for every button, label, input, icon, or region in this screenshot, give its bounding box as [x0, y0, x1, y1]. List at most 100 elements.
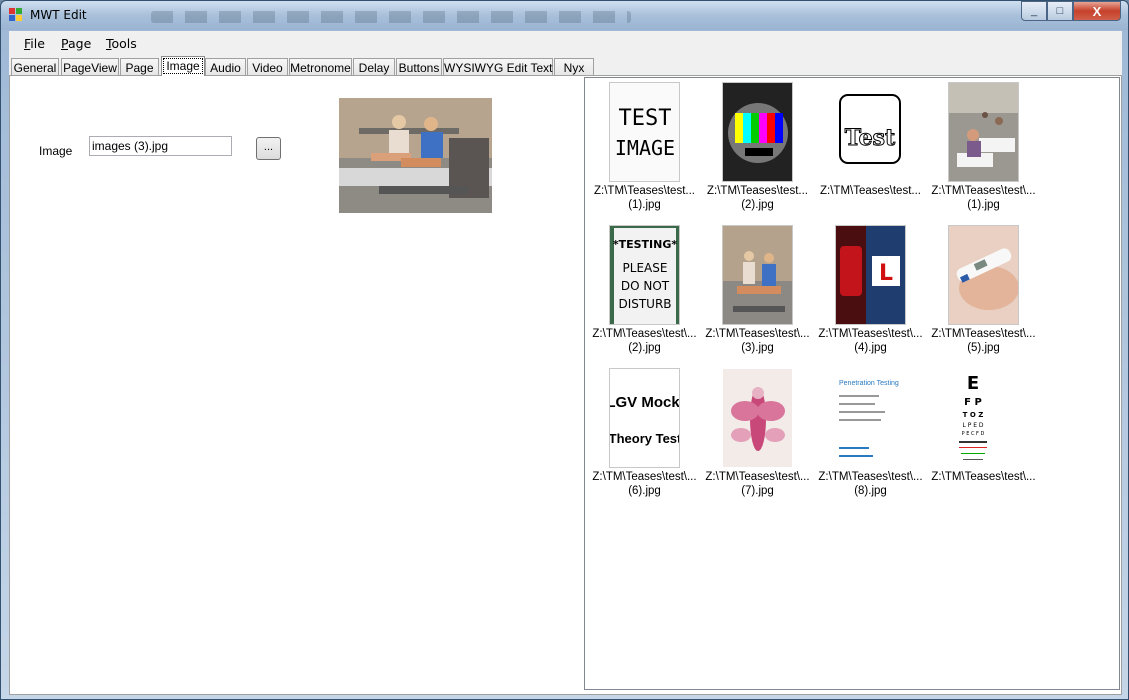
- eye-chart-icon: E F P T O Z L P E D P E C F D: [948, 368, 1019, 468]
- tab-general-label: General: [13, 61, 57, 75]
- tab-video-label: Video: [252, 61, 283, 75]
- tab-metronome[interactable]: Metronome: [289, 58, 352, 76]
- image-preview: [339, 98, 492, 213]
- thumbnail-list[interactable]: TEST IMAGE Z:\TM\Teases\test... (1).jpg: [584, 77, 1120, 690]
- browse-button[interactable]: ...: [256, 137, 281, 160]
- menu-tools[interactable]: Tools: [106, 36, 137, 51]
- app-window: MWT Edit _ □ X File Page Tools General P…: [0, 0, 1129, 700]
- tab-delay[interactable]: Delay: [353, 58, 395, 76]
- tab-page-label: Page: [125, 61, 154, 75]
- thumbnail-item[interactable]: Z:\TM\Teases\test... (2).jpg: [701, 80, 814, 220]
- thumbnail-file: (6).jpg: [628, 485, 661, 497]
- image-tab-page: Image ...: [9, 75, 1122, 695]
- tab-general[interactable]: General: [11, 58, 59, 76]
- thumbnail-item[interactable]: LGV Mock Theory Test Z:\TM\Teases\test\.…: [588, 366, 701, 506]
- menu-page[interactable]: Page: [61, 36, 91, 51]
- lgv-mock-theory-test-icon: LGV Mock Theory Test: [609, 368, 680, 468]
- inkblot-icon: [722, 368, 793, 468]
- thumbnail-item[interactable]: Z:\TM\Teases\test\... (1).jpg: [927, 80, 1040, 220]
- tab-page[interactable]: Page: [120, 58, 159, 76]
- thumbnail-file: (2).jpg: [741, 199, 774, 211]
- l-plate-car-photo-icon: L: [835, 225, 906, 325]
- tab-audio[interactable]: Audio: [205, 58, 246, 76]
- thumbnail-file: (3).jpg: [741, 342, 774, 354]
- thumbnail-file: (8).jpg: [854, 485, 887, 497]
- thumb-text-line: Test: [845, 125, 896, 151]
- thumbnail-path: Z:\TM\Teases\test\...: [931, 471, 1036, 483]
- window-title: MWT Edit: [30, 8, 87, 22]
- tab-audio-label: Audio: [210, 61, 241, 75]
- thumbnail-path: Z:\TM\Teases\test\...: [931, 328, 1036, 340]
- maximize-button[interactable]: □: [1047, 1, 1073, 21]
- thumbnail-item[interactable]: Z:\TM\Teases\test\... (5).jpg: [927, 223, 1040, 363]
- penetration-testing-slide-icon: Penetration Testing: [835, 368, 906, 468]
- tab-buttons[interactable]: Buttons: [396, 58, 442, 76]
- tab-wysiwyg-label: WYSIWYG Edit Text: [444, 61, 553, 75]
- tab-strip: General PageView Page Image Audio Video …: [9, 56, 1122, 76]
- thumb-text-line: TEST: [619, 106, 672, 131]
- crash-dummies-photo-icon: [722, 225, 793, 325]
- exam-room-photo-icon: [948, 82, 1019, 182]
- thumbnail-item[interactable]: L Z:\TM\Teases\test\... (4).jpg: [814, 223, 927, 363]
- image-field-label: Image: [39, 144, 73, 158]
- tab-video[interactable]: Video: [247, 58, 288, 76]
- thumbnail-item[interactable]: Z:\TM\Teases\test\... (3).jpg: [701, 223, 814, 363]
- app-icon: [9, 8, 23, 22]
- thumb-text-line: P E C F D: [962, 431, 985, 437]
- thumbnail-path: Z:\TM\Teases\test\...: [592, 471, 697, 483]
- tab-nyx[interactable]: Nyx: [554, 58, 594, 76]
- image-path-input[interactable]: [89, 136, 232, 156]
- menu-file-label: ile: [30, 36, 45, 51]
- thumbnail-item[interactable]: Z:\TM\Teases\test\... (7).jpg: [701, 366, 814, 506]
- tab-metronome-label: Metronome: [290, 61, 351, 75]
- tab-image-label: Image: [163, 58, 203, 74]
- thumbnail-file: (1).jpg: [967, 199, 1000, 211]
- menu-tools-label: ools: [111, 36, 137, 51]
- thumbnail-path: Z:\TM\Teases\test\...: [592, 328, 697, 340]
- thumb-text-line: E: [967, 373, 979, 394]
- test-sketch-icon: Test: [835, 82, 906, 182]
- menu-page-label: age: [67, 36, 92, 51]
- client-area: File Page Tools General PageView Page Im…: [9, 31, 1122, 695]
- thumbnail-path: Z:\TM\Teases\test...: [594, 185, 695, 197]
- background-window-menu: [151, 11, 631, 23]
- close-button[interactable]: X: [1073, 1, 1121, 21]
- minimize-button[interactable]: _: [1021, 1, 1047, 21]
- thumbnail-item[interactable]: Test Z:\TM\Teases\test...: [814, 80, 927, 220]
- thumb-text-line: DO NOT: [621, 279, 670, 293]
- thumb-text-line: DISTURB: [618, 297, 671, 311]
- thumbnail-file: (4).jpg: [854, 342, 887, 354]
- thumb-text-line: T O Z: [963, 411, 984, 419]
- test-card-icon: [722, 82, 793, 182]
- thumbnail-item[interactable]: E F P T O Z L P E D P E C F D Z:\TM\Teas…: [927, 366, 1040, 506]
- tab-buttons-label: Buttons: [398, 61, 440, 75]
- tab-pageview-label: PageView: [63, 61, 117, 75]
- menu-page-mnemonic: P: [61, 36, 68, 51]
- thumbnail-file: (5).jpg: [967, 342, 1000, 354]
- thumbnail-path: Z:\TM\Teases\test\...: [931, 185, 1036, 197]
- tab-nyx-label: Nyx: [563, 61, 585, 75]
- thumb-text-line: L P E D: [962, 422, 983, 429]
- thumb-text-line: Theory Test: [610, 431, 680, 446]
- thumbnail-item[interactable]: TEST IMAGE Z:\TM\Teases\test... (1).jpg: [588, 80, 701, 220]
- title-bar[interactable]: MWT Edit _ □ X: [1, 1, 1128, 30]
- thumbnail-item[interactable]: Penetration Testing Z:\TM\Teases\test\..…: [814, 366, 927, 506]
- thumbnail-item[interactable]: *TESTING* PLEASE DO NOT DISTURB Z:\TM\Te…: [588, 223, 701, 363]
- tab-delay-label: Delay: [358, 61, 390, 75]
- thumbnail-path: Z:\TM\Teases\test\...: [818, 328, 923, 340]
- thumbnail-file: (2).jpg: [628, 342, 661, 354]
- thumb-text-line: IMAGE: [615, 136, 675, 160]
- thumbnail-path: Z:\TM\Teases\test...: [707, 185, 808, 197]
- thumb-text-line: L: [879, 261, 893, 286]
- thumb-text-line: PLEASE: [623, 261, 668, 275]
- tab-pageview[interactable]: PageView: [61, 58, 119, 76]
- thumb-text-line: LGV Mock: [610, 394, 680, 411]
- thumb-text-line: Penetration Testing: [839, 380, 899, 387]
- test-image-icon: TEST IMAGE: [609, 82, 680, 182]
- menu-file[interactable]: File: [24, 36, 45, 51]
- tab-wysiwyg-edit-text[interactable]: WYSIWYG Edit Text: [443, 58, 553, 76]
- thumb-text-line: *TESTING*: [613, 238, 678, 251]
- tab-image[interactable]: Image: [161, 56, 205, 76]
- pregnancy-test-photo-icon: [948, 225, 1019, 325]
- thumbnail-file: (7).jpg: [741, 485, 774, 497]
